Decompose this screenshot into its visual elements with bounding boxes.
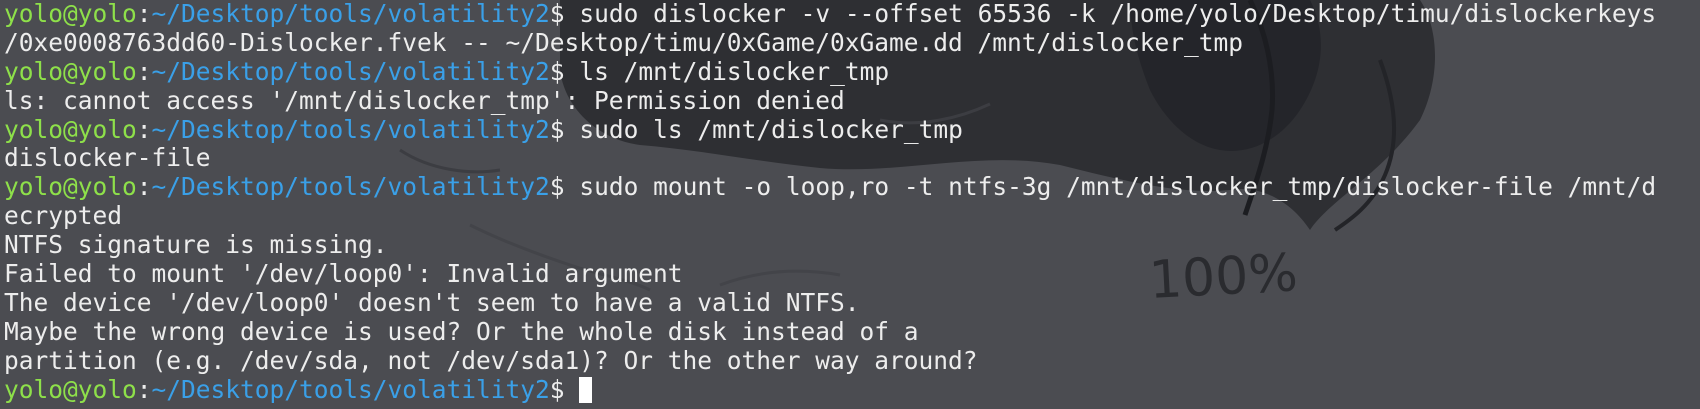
prompt-line: yolo@yolo:~/Desktop/tools/volatility2$ bbox=[4, 374, 1700, 405]
prompt-separator: : bbox=[136, 374, 152, 404]
output-line: NTFS signature is missing. bbox=[4, 230, 1700, 260]
output-line: partition (e.g. /dev/sda, not /dev/sda1)… bbox=[4, 345, 1700, 376]
prompt-separator: : bbox=[136, 0, 152, 28]
prompt-path: ~/Desktop/tools/volatility2 bbox=[151, 374, 550, 404]
output-text: NTFS signature is missing. bbox=[4, 230, 388, 260]
output-line: ls: cannot access '/mnt/dislocker_tmp': … bbox=[4, 85, 1700, 116]
command-text: sudo ls /mnt/dislocker_tmp bbox=[564, 114, 963, 144]
output-text: ecrypted bbox=[4, 201, 123, 231]
command-text: sudo mount -o loop,ro -t ntfs-3g /mnt/di… bbox=[564, 172, 1657, 202]
prompt-symbol: $ bbox=[549, 374, 565, 404]
output-text: The device '/dev/loop0' doesn't seem to … bbox=[4, 287, 860, 317]
command-text: sudo dislocker -v --offset 65536 -k /hom… bbox=[564, 0, 1657, 28]
prompt-path: ~/Desktop/tools/volatility2 bbox=[151, 56, 550, 86]
prompt-separator: : bbox=[136, 114, 152, 144]
prompt-line: yolo@yolo:~/Desktop/tools/volatility2$ s… bbox=[4, 0, 1700, 29]
prompt-symbol: $ bbox=[549, 56, 565, 86]
output-text: /0xe0008763dd60-Dislocker.fvek -- ~/Desk… bbox=[4, 27, 1244, 57]
prompt-user: yolo@yolo bbox=[4, 172, 137, 202]
output-text: Maybe the wrong device is used? Or the w… bbox=[4, 316, 919, 346]
output-text: Failed to mount '/dev/loop0': Invalid ar… bbox=[4, 259, 683, 289]
terminal-cursor bbox=[579, 376, 593, 403]
prompt-symbol: $ bbox=[549, 114, 565, 144]
output-text: partition (e.g. /dev/sda, not /dev/sda1)… bbox=[4, 345, 978, 375]
prompt-line: yolo@yolo:~/Desktop/tools/volatility2$ l… bbox=[4, 56, 1700, 87]
output-line: Failed to mount '/dev/loop0': Invalid ar… bbox=[4, 259, 1700, 289]
output-line: /0xe0008763dd60-Dislocker.fvek -- ~/Desk… bbox=[4, 27, 1700, 58]
output-line: dislocker-file bbox=[4, 144, 1700, 173]
output-line: The device '/dev/loop0' doesn't seem to … bbox=[4, 287, 1700, 318]
prompt-line: yolo@yolo:~/Desktop/tools/volatility2$ s… bbox=[4, 172, 1700, 202]
prompt-line: yolo@yolo:~/Desktop/tools/volatility2$ s… bbox=[4, 114, 1700, 145]
prompt-symbol: $ bbox=[549, 172, 565, 202]
output-line: Maybe the wrong device is used? Or the w… bbox=[4, 316, 1700, 347]
output-text: dislocker-file bbox=[4, 143, 211, 173]
prompt-user: yolo@yolo bbox=[4, 114, 137, 144]
command-text: ls /mnt/dislocker_tmp bbox=[564, 56, 890, 86]
prompt-path: ~/Desktop/tools/volatility2 bbox=[151, 0, 550, 28]
prompt-separator: : bbox=[136, 56, 152, 86]
prompt-path: ~/Desktop/tools/volatility2 bbox=[151, 172, 550, 202]
terminal-output[interactable]: yolo@yolo:~/Desktop/tools/volatility2$ s… bbox=[4, 0, 1700, 404]
prompt-path: ~/Desktop/tools/volatility2 bbox=[151, 114, 550, 144]
prompt-user: yolo@yolo bbox=[4, 56, 137, 86]
prompt-user: yolo@yolo bbox=[4, 0, 137, 28]
output-text: ls: cannot access '/mnt/dislocker_tmp': … bbox=[4, 85, 845, 115]
prompt-symbol: $ bbox=[549, 0, 565, 28]
command-text bbox=[565, 375, 580, 404]
output-line: ecrypted bbox=[4, 201, 1700, 231]
prompt-separator: : bbox=[136, 172, 152, 202]
prompt-user: yolo@yolo bbox=[4, 374, 137, 404]
